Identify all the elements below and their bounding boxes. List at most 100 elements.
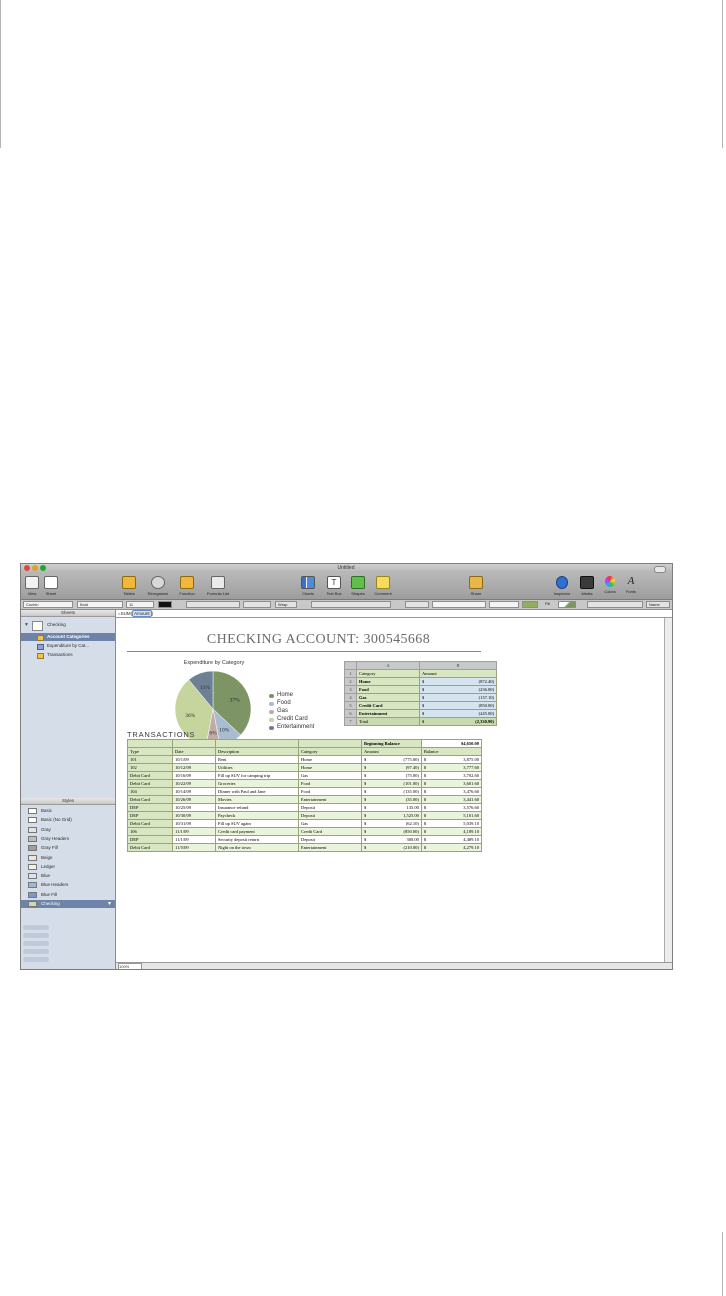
balance-cell[interactable]: 3,476.60 bbox=[436, 787, 483, 796]
currency-cell[interactable]: $ bbox=[361, 755, 377, 764]
currency-cell[interactable]: $ bbox=[361, 803, 377, 812]
sheet-checking[interactable]: ▼ Checking bbox=[21, 619, 115, 631]
description-cell[interactable]: Security deposit return bbox=[215, 835, 299, 844]
style-item[interactable]: Basic (No Grid) bbox=[21, 816, 115, 824]
media-button[interactable]: Media bbox=[578, 576, 596, 596]
inspector-button[interactable]: Inspector bbox=[551, 576, 573, 596]
currency-cell[interactable]: $ bbox=[420, 787, 437, 796]
amount-cell[interactable]: (236.00) bbox=[436, 685, 497, 694]
type-cell[interactable]: Debit Card bbox=[127, 819, 173, 828]
currency-cell[interactable]: $ bbox=[420, 803, 437, 812]
minimize-window-button[interactable] bbox=[32, 565, 38, 571]
currency-cell[interactable]: $ bbox=[420, 779, 437, 788]
sidebar-item-table[interactable]: Account Categories bbox=[21, 633, 115, 641]
date-cell[interactable]: 10/16/09 bbox=[172, 771, 216, 780]
balance-cell[interactable]: 5,039.10 bbox=[436, 819, 483, 828]
amount-cell[interactable]: 1,525.00 bbox=[376, 811, 422, 820]
amount-cell[interactable]: (137.10) bbox=[436, 693, 497, 702]
border-style-select[interactable] bbox=[432, 601, 486, 608]
currency-cell[interactable]: $ bbox=[420, 755, 437, 764]
category-cell[interactable]: Home bbox=[298, 755, 362, 764]
date-cell[interactable]: 10/31/09 bbox=[172, 819, 216, 828]
style-menu-icon[interactable]: ▾ bbox=[108, 900, 111, 908]
font-size-select[interactable]: 11 bbox=[126, 601, 154, 608]
balance-cell[interactable]: 4,279.10 bbox=[436, 843, 483, 852]
toolbar-toggle-button[interactable] bbox=[654, 566, 666, 573]
amount-cell[interactable]: (850.00) bbox=[376, 827, 422, 836]
currency-cell[interactable]: $ bbox=[361, 811, 377, 820]
type-cell[interactable]: 101 bbox=[127, 755, 173, 764]
fill-color-well[interactable] bbox=[558, 601, 576, 608]
amount-cell[interactable]: (2,330.90) bbox=[436, 717, 497, 726]
tables-button[interactable]: Tables bbox=[121, 576, 137, 596]
currency-cell[interactable]: $ bbox=[420, 763, 437, 772]
date-cell[interactable]: 10/12/09 bbox=[172, 763, 216, 772]
description-cell[interactable]: Rent bbox=[215, 755, 299, 764]
type-cell[interactable]: 104 bbox=[127, 787, 173, 796]
formula-token[interactable]: Amount bbox=[132, 610, 152, 617]
amount-cell[interactable]: (75.00) bbox=[376, 771, 422, 780]
style-item[interactable]: Beige bbox=[21, 854, 115, 862]
table-rows-columns-buttons[interactable] bbox=[587, 601, 643, 608]
balance-cell[interactable]: 4,489.10 bbox=[436, 835, 483, 844]
currency-cell[interactable]: $ bbox=[420, 819, 437, 828]
description-cell[interactable]: Credit card payment bbox=[215, 827, 299, 836]
vertical-scrollbar[interactable] bbox=[664, 618, 672, 962]
column-header[interactable]: Category bbox=[298, 747, 362, 756]
column-header[interactable]: Description bbox=[215, 747, 299, 756]
currency-cell[interactable]: $ bbox=[361, 779, 377, 788]
style-item[interactable]: Checking ▾ bbox=[21, 900, 115, 908]
type-cell[interactable]: Debit Card bbox=[127, 771, 173, 780]
category-cell[interactable]: Deposit bbox=[298, 835, 362, 844]
sidebar-item-table[interactable]: Expenditure by Cat... bbox=[21, 642, 115, 650]
sheet-canvas[interactable]: CHECKING ACCOUNT: 300545668 Expenditure … bbox=[116, 618, 664, 962]
category-cell[interactable]: Gas bbox=[298, 819, 362, 828]
formula-bar[interactable]: =SUM(Amount) bbox=[116, 610, 672, 618]
type-cell[interactable]: DEP bbox=[127, 835, 173, 844]
category-cell[interactable]: Total bbox=[356, 717, 420, 726]
balance-cell[interactable]: 3,702.60 bbox=[436, 771, 483, 780]
column-header[interactable]: Balance bbox=[420, 747, 483, 756]
column-header[interactable]: Amount bbox=[361, 747, 422, 756]
date-cell[interactable]: 10/22/09 bbox=[172, 779, 216, 788]
category-cell[interactable]: Food bbox=[356, 685, 420, 694]
row-header[interactable]: 2 bbox=[344, 677, 357, 686]
row-header[interactable]: 3 bbox=[344, 685, 357, 694]
category-cell[interactable]: Credit Card bbox=[356, 701, 420, 710]
type-cell[interactable]: Debit Card bbox=[127, 795, 173, 804]
column-header[interactable]: Type bbox=[127, 747, 173, 756]
number-format-buttons[interactable] bbox=[311, 601, 391, 608]
currency-cell[interactable]: $ bbox=[418, 717, 437, 726]
category-cell[interactable]: Deposit bbox=[298, 811, 362, 820]
alignment-buttons[interactable] bbox=[186, 601, 240, 608]
column-header[interactable]: Date bbox=[172, 747, 216, 756]
currency-cell[interactable]: $ bbox=[420, 771, 437, 780]
row-header[interactable]: 7 bbox=[344, 717, 357, 726]
balance-cell[interactable]: 3,777.60 bbox=[436, 763, 483, 772]
currency-cell[interactable]: $ bbox=[418, 693, 437, 702]
amount-cell[interactable]: (872.40) bbox=[436, 677, 497, 686]
date-cell[interactable]: 10/1/09 bbox=[172, 755, 216, 764]
row-header[interactable]: 6 bbox=[344, 709, 357, 718]
style-item[interactable]: Blue Headers bbox=[21, 881, 115, 889]
balance-cell[interactable]: 3,875.00 bbox=[436, 755, 483, 764]
header-cell[interactable] bbox=[298, 739, 362, 748]
date-cell[interactable]: 11/5/09 bbox=[172, 843, 216, 852]
style-item[interactable]: Gray Fill bbox=[21, 844, 115, 852]
type-cell[interactable]: DEP bbox=[127, 811, 173, 820]
currency-cell[interactable]: $ bbox=[361, 763, 377, 772]
row-header[interactable]: 1 bbox=[344, 669, 357, 678]
cell-border-select[interactable] bbox=[405, 601, 429, 608]
description-cell[interactable]: Insurance refund bbox=[215, 803, 299, 812]
font-style-select[interactable]: Bold bbox=[77, 601, 123, 608]
amount-cell[interactable]: (775.00) bbox=[376, 755, 422, 764]
comment-button[interactable]: Comment bbox=[372, 576, 394, 596]
category-cell[interactable]: Entertainment bbox=[298, 843, 362, 852]
amount-cell[interactable]: (135.00) bbox=[376, 787, 422, 796]
sidebar-item-table[interactable]: Transactions bbox=[21, 651, 115, 659]
currency-cell[interactable]: $ bbox=[361, 819, 377, 828]
balance-cell[interactable]: 4,189.10 bbox=[436, 827, 483, 836]
category-cell[interactable]: Deposit bbox=[298, 803, 362, 812]
currency-cell[interactable]: $ bbox=[361, 795, 377, 804]
font-family-select[interactable]: Cochin bbox=[23, 601, 73, 608]
